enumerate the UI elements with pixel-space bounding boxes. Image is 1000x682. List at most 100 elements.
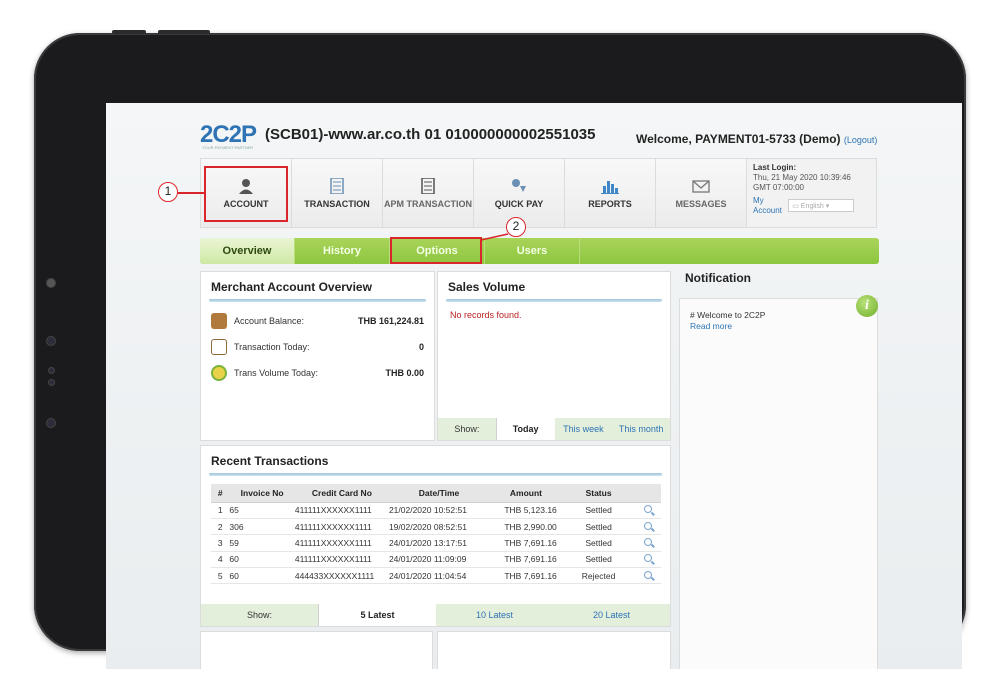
menu-messages-label: MESSAGES <box>675 198 727 209</box>
menu-transaction[interactable]: TRANSACTION <box>292 159 383 227</box>
account-balance-value: THB 161,224.81 <box>357 316 424 326</box>
recent-transactions-panel: Recent Transactions # Invoice No Credit … <box>200 445 671 627</box>
merchant-title: (SCB01)-www.ar.co.th 01 0100000000025510… <box>265 126 596 143</box>
menu-quick-pay-label: QUICK PAY <box>494 198 544 209</box>
read-more-link[interactable]: Read more <box>680 320 877 332</box>
reports-icon <box>601 180 619 194</box>
table-row[interactable]: 5 60 444433XXXXXX1111 24/01/2020 11:04:5… <box>211 567 661 585</box>
row-datetime: 19/02/2020 08:52:51 <box>388 518 490 536</box>
last-login-date: Thu, 21 May 2020 10:39:46 <box>753 173 851 182</box>
messages-icon <box>692 179 710 193</box>
row-number: 4 <box>211 551 230 569</box>
abacus-icon <box>211 339 227 355</box>
col-amount: Amount <box>489 484 563 503</box>
welcome-text: Welcome, PAYMENT01-5733 (Demo) (Logout) <box>636 132 877 146</box>
row-datetime: 24/01/2020 11:04:54 <box>388 567 490 585</box>
row-amount: THB 7,691.16 <box>489 534 563 552</box>
annotation-line-1 <box>178 192 204 194</box>
trans-volume-value: THB 0.00 <box>385 368 424 378</box>
this-week-button[interactable]: This week <box>554 418 613 440</box>
ten-latest-button[interactable]: 10 Latest <box>436 604 553 626</box>
row-amount: THB 7,691.16 <box>489 567 563 585</box>
col-status: Status <box>562 484 635 503</box>
row-number: 3 <box>211 534 230 552</box>
sub-tabs: Overview History Options Users <box>200 238 879 264</box>
menu-reports-label: REPORTS <box>588 198 632 209</box>
tab-users[interactable]: Users <box>485 238 580 264</box>
magnifier-icon[interactable] <box>643 505 652 514</box>
camera-icon <box>46 278 56 288</box>
tab-overview[interactable]: Overview <box>200 238 295 264</box>
tablet-button <box>158 30 210 34</box>
row-card: 411111XXXXXX1111 <box>294 502 389 519</box>
today-button[interactable]: Today <box>496 418 555 440</box>
notification-title: Notification <box>685 271 751 285</box>
table-header: # Invoice No Credit Card No Date/Time Am… <box>211 484 661 503</box>
lower-panel-right <box>437 631 671 669</box>
col-view <box>634 484 661 503</box>
info-icon: i <box>856 295 878 317</box>
sales-volume-title: Sales Volume <box>448 280 526 294</box>
merchant-overview-title: Merchant Account Overview <box>211 280 372 294</box>
last-login-tz: GMT 07:00:00 <box>753 183 804 192</box>
last-login-box: Last Login: Thu, 21 May 2020 10:39:46 GM… <box>747 159 875 227</box>
tablet-button <box>112 30 146 34</box>
row-status: Settled <box>562 551 635 569</box>
table-row[interactable]: 3 59 411111XXXXXX1111 24/01/2020 13:17:5… <box>211 534 661 552</box>
menu-reports[interactable]: REPORTS <box>565 159 656 227</box>
row-card: 411111XXXXXX1111 <box>294 551 389 569</box>
row-number: 2 <box>211 518 230 536</box>
five-latest-button[interactable]: 5 Latest <box>319 604 436 626</box>
language-select[interactable]: ▭ English ▾ <box>788 199 855 212</box>
magnifier-icon[interactable] <box>643 570 652 579</box>
show-label: Show: <box>201 604 319 626</box>
merchant-overview-panel: Merchant Account Overview Account Balanc… <box>200 271 435 441</box>
row-card: 444433XXXXXX1111 <box>294 567 389 585</box>
wallet-icon <box>211 313 227 329</box>
magnifier-icon[interactable] <box>643 537 652 546</box>
this-month-button[interactable]: This month <box>612 418 670 440</box>
row-status: Rejected <box>562 567 635 585</box>
row-datetime: 21/02/2020 10:52:51 <box>388 502 490 519</box>
sensor-icon <box>48 367 55 374</box>
annotation-box-options <box>390 237 482 264</box>
my-account-link[interactable]: My Account <box>753 196 783 216</box>
row-number: 1 <box>211 502 230 519</box>
tab-history[interactable]: History <box>295 238 390 264</box>
row-status: Settled <box>562 534 635 552</box>
notification-message: # Welcome to 2C2P <box>690 310 766 320</box>
row-invoice: 60 <box>229 567 295 585</box>
notification-panel: # Welcome to 2C2P Read more <box>679 298 878 669</box>
magnifier-icon[interactable] <box>643 521 652 530</box>
sensor-icon <box>48 379 55 386</box>
last-login-title: Last Login: <box>753 163 797 172</box>
table-row[interactable]: 2 306 411111XXXXXX1111 19/02/2020 08:52:… <box>211 518 661 536</box>
transaction-today-row: Transaction Today: 0 <box>201 334 434 360</box>
apm-transaction-icon <box>421 177 435 194</box>
table-row[interactable]: 4 60 411111XXXXXX1111 24/01/2020 11:09:0… <box>211 551 661 569</box>
transactions-range-bar: Show: 5 Latest 10 Latest 20 Latest <box>201 604 670 626</box>
lower-panel-left <box>200 631 433 669</box>
row-datetime: 24/01/2020 11:09:09 <box>388 551 490 569</box>
row-invoice: 60 <box>229 551 295 569</box>
show-label: Show: <box>438 418 497 440</box>
logo-tagline: YOUR PAYMENT PARTNER <box>202 145 254 150</box>
row-status: Settled <box>562 502 635 519</box>
transaction-today-value: 0 <box>418 342 424 352</box>
menu-messages[interactable]: MESSAGES <box>656 159 747 227</box>
magnifier-icon[interactable] <box>643 554 652 563</box>
main-menu: ACCOUNT TRANSACTION APM TRANSACTION QUIC… <box>200 158 877 228</box>
table-row[interactable]: 1 65 411111XXXXXX1111 21/02/2020 10:52:5… <box>211 502 661 519</box>
annotation-number-1: 1 <box>158 182 178 202</box>
logout-link[interactable]: (Logout) <box>844 135 878 145</box>
row-card: 411111XXXXXX1111 <box>294 534 389 552</box>
sensor-icon <box>46 418 56 428</box>
col-number: # <box>211 484 230 503</box>
twenty-latest-button[interactable]: 20 Latest <box>553 604 670 626</box>
col-invoice: Invoice No <box>229 484 295 503</box>
trans-volume-label: Trans Volume Today: <box>234 368 319 378</box>
sales-range-bar: Show: Today This week This month <box>438 418 670 440</box>
quick-pay-icon <box>512 178 526 192</box>
menu-apm-transaction[interactable]: APM TRANSACTION <box>383 159 474 227</box>
tablet-frame: 2C2P YOUR PAYMENT PARTNER (SCB01)-www.ar… <box>34 30 966 669</box>
